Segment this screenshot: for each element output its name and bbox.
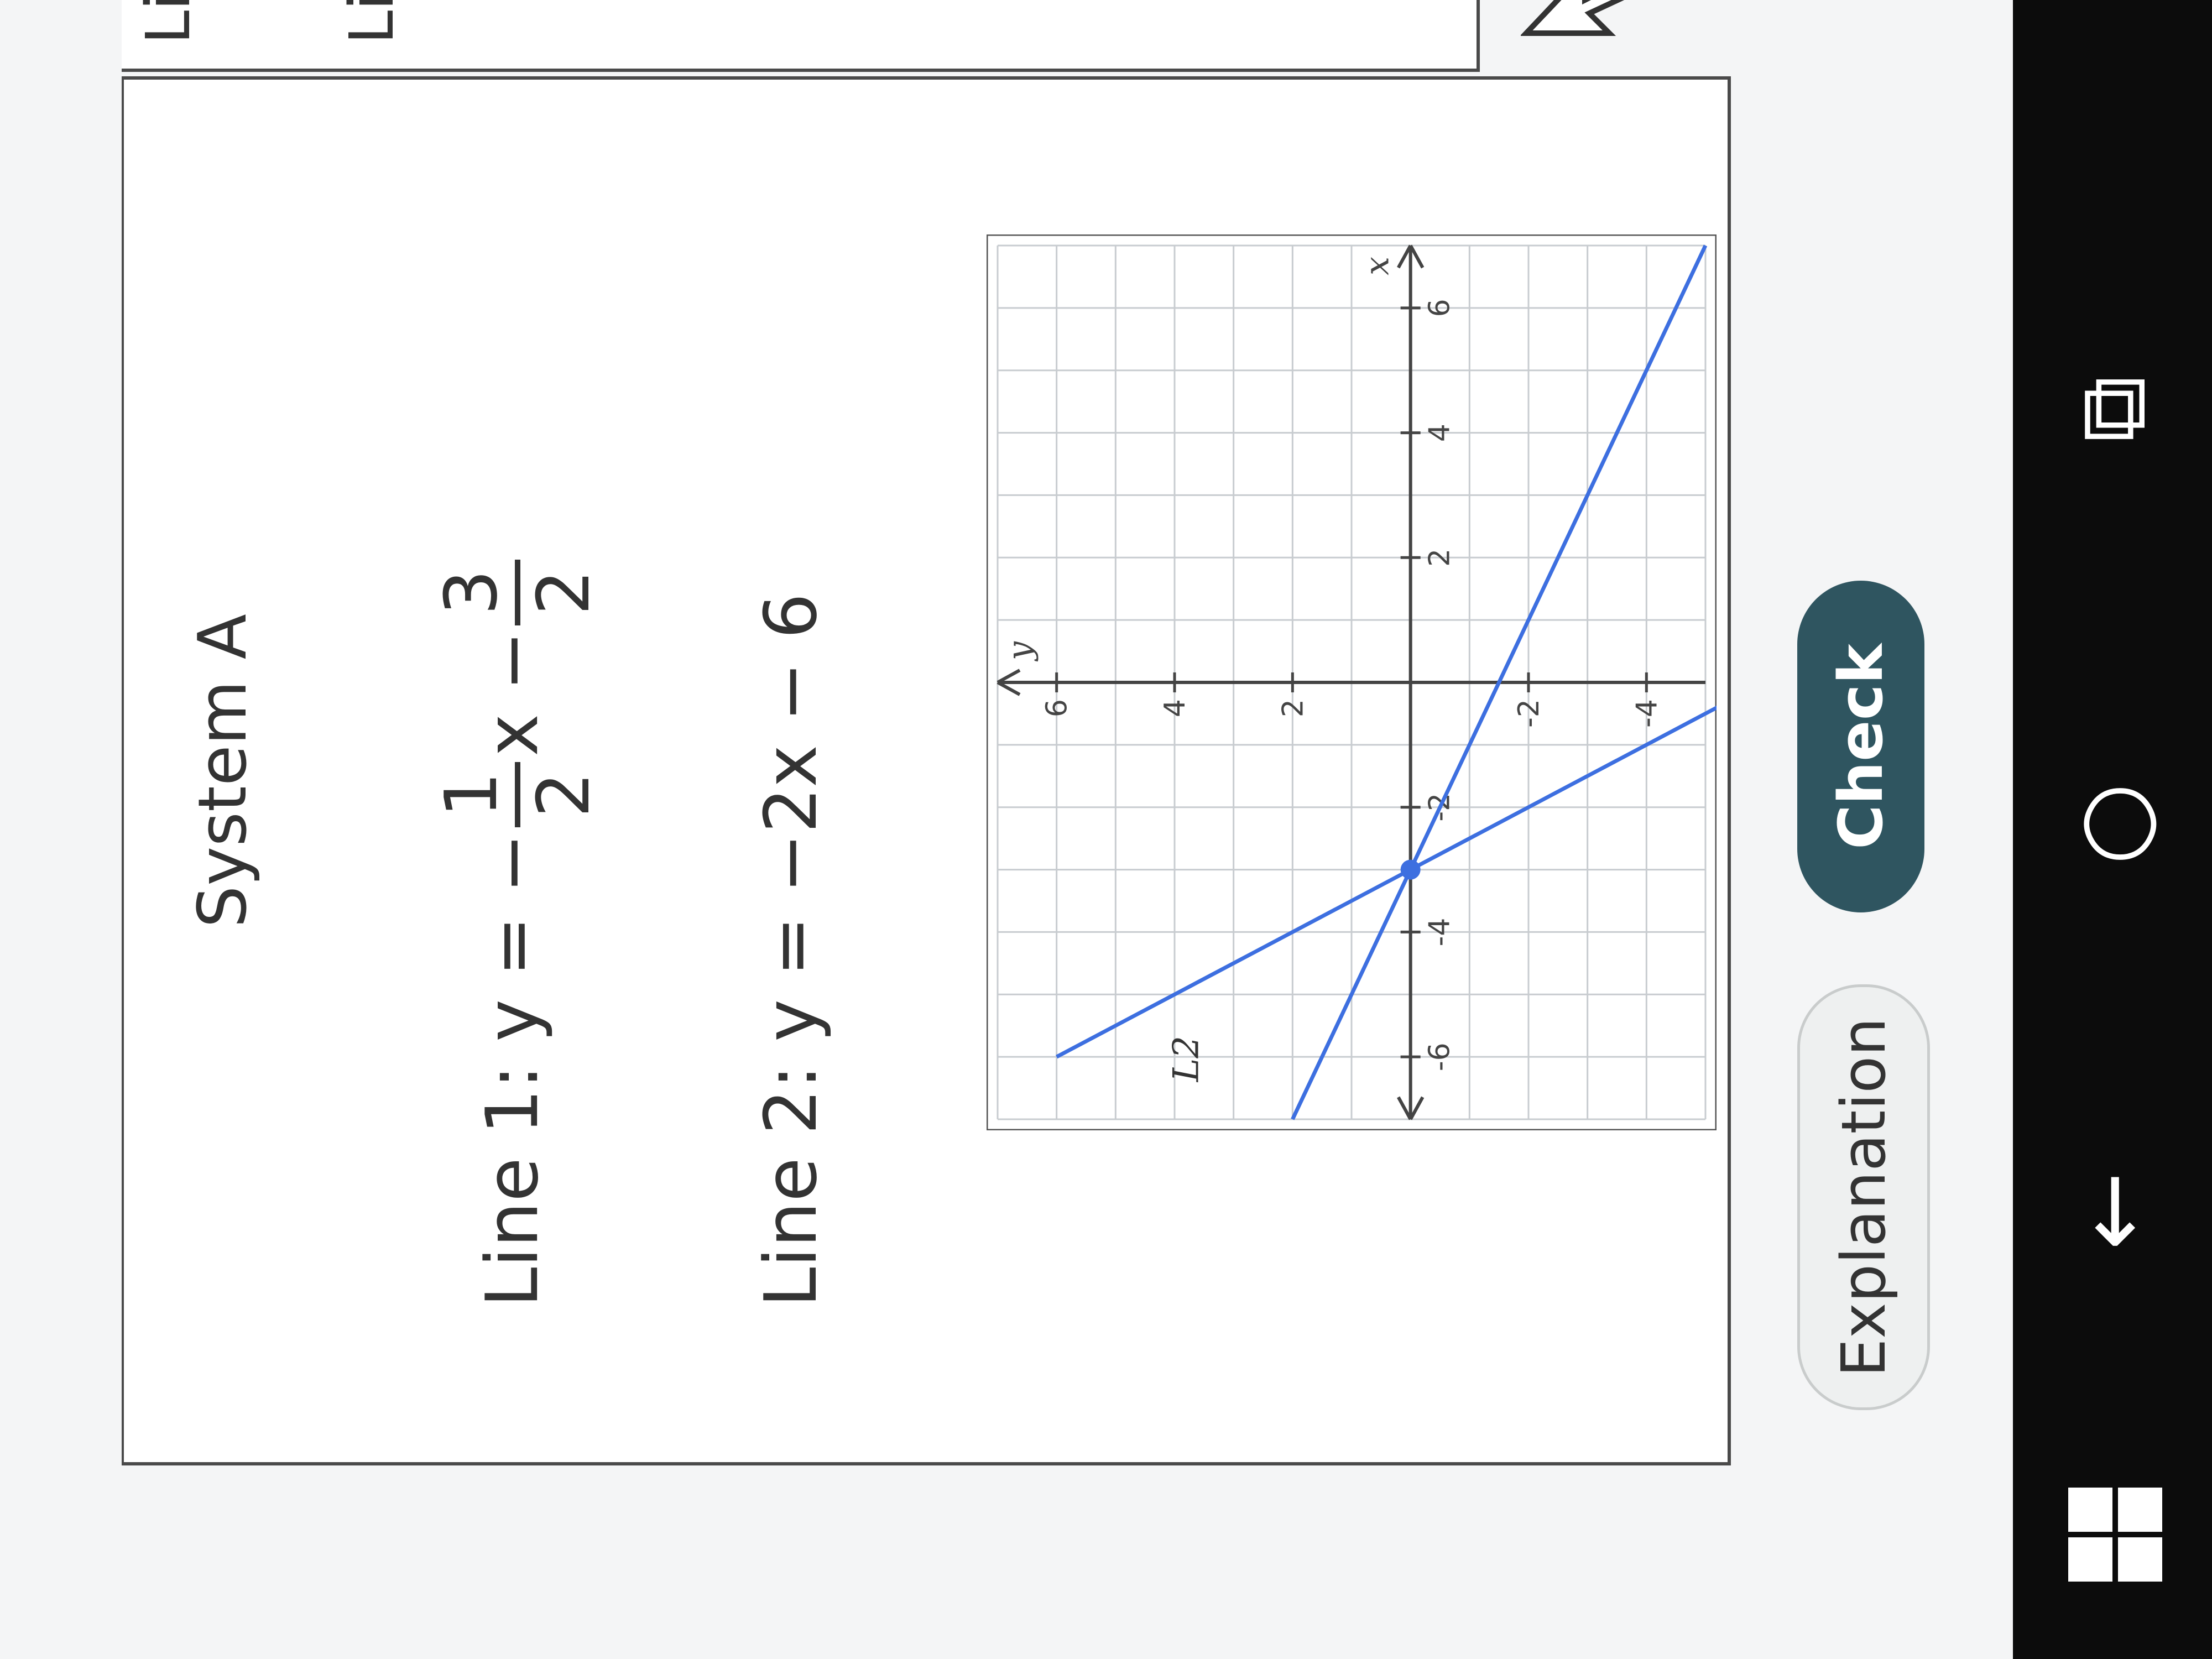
- y-tick-label: -4: [1630, 699, 1663, 728]
- x-tick-label: 4: [1423, 424, 1457, 442]
- x-axis-label: x: [1358, 257, 1397, 275]
- explanation-button[interactable]: Explanation: [1797, 984, 1930, 1410]
- y-tick-label: -2: [1512, 699, 1546, 728]
- app-stage: System A Line 1: y = −1 2 x −3 2 Line 2: y …: [0, 0, 2212, 1659]
- line-1-equation: Line 1: y = −1 2 x −3 2: [429, 554, 606, 1307]
- right-label-2: Lin: [336, 0, 407, 44]
- x-tick-label: 6: [1423, 299, 1457, 317]
- line-2-equation: Line 2: y = −2x − 6: [749, 593, 833, 1307]
- line-label-l2: L2: [1166, 1036, 1207, 1082]
- coordinate-graph[interactable]: -6-4-2246642-2-4xyL2: [987, 234, 1717, 1130]
- right-column-labels: Lin Lin: [133, 0, 540, 44]
- fraction-three-halves: 32: [429, 559, 606, 625]
- y-tick-label: 2: [1276, 699, 1310, 717]
- system-a-panel: System A Line 1: y = −1 2 x −3 2 Line 2: y …: [122, 76, 1731, 1465]
- x-tick-label: 2: [1423, 549, 1457, 567]
- back-arrow-icon[interactable]: ←: [2057, 1150, 2168, 1272]
- y-axis-label: y: [1000, 641, 1039, 662]
- y-tick-label: 6: [1041, 699, 1074, 717]
- taskbar: ← ○ ⧉: [2013, 0, 2212, 1659]
- y-tick-label: 4: [1159, 699, 1192, 717]
- right-label-1: Lin: [133, 0, 204, 44]
- fraction-one-half: 12: [429, 761, 606, 828]
- x-tick-label: -6: [1423, 1042, 1457, 1071]
- task-view-icon[interactable]: ⧉: [2057, 348, 2168, 470]
- x-tick-label: -4: [1423, 917, 1457, 946]
- panel-title: System A: [185, 614, 262, 928]
- line-1-prefix: Line 1: y = −: [470, 833, 555, 1307]
- line-1-mid: x −: [470, 630, 555, 757]
- cursor-arrow-icon: [1521, 0, 1626, 36]
- device-screen: System A Line 1: y = −1 2 x −3 2 Line 2: y …: [0, 0, 2212, 1659]
- check-button[interactable]: Check: [1797, 581, 1924, 912]
- home-circle-icon[interactable]: ○: [2057, 763, 2168, 885]
- intersection-point: [1400, 859, 1421, 880]
